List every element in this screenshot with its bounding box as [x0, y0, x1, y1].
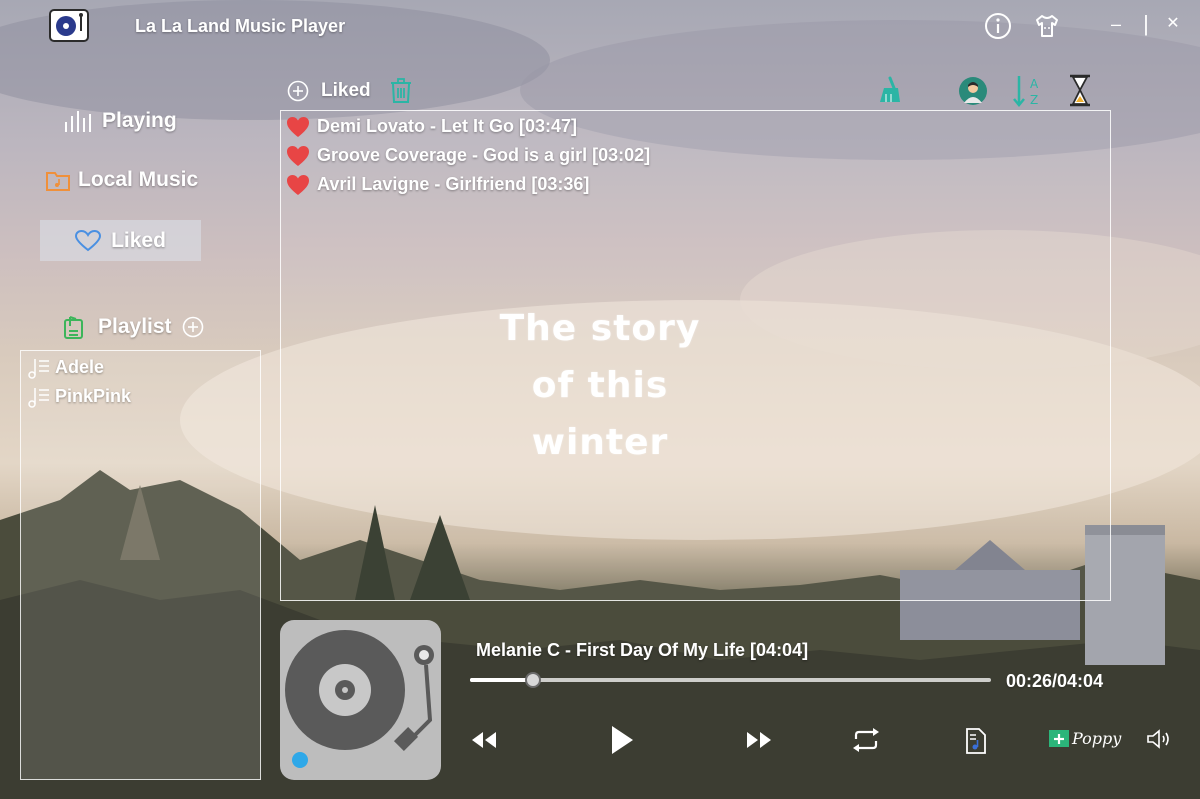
svg-text:A: A [1030, 77, 1039, 91]
add-icon[interactable] [287, 80, 309, 102]
maximize-button[interactable]: | [1131, 10, 1161, 38]
playlist-list: Adele PinkPink [20, 350, 261, 780]
music-list-icon [28, 358, 49, 379]
heart-outline-icon [75, 229, 102, 251]
playlist-item-pinkpink[interactable]: PinkPink [21, 382, 260, 411]
maximize-icon: | [1143, 11, 1149, 36]
heart-filled-icon[interactable] [286, 174, 310, 196]
heart-filled-icon[interactable] [286, 116, 310, 138]
song-label: Demi Lovato - Let It Go [03:47] [317, 116, 578, 136]
music-list-icon [28, 387, 49, 408]
volume-button[interactable] [1145, 726, 1173, 752]
progress-handle[interactable] [524, 672, 541, 688]
progress-fill [470, 678, 533, 682]
lyrics-button[interactable] [963, 726, 989, 756]
song-label: Avril Lavigne - Girlfriend [03:36] [317, 174, 590, 194]
add-playlist-icon[interactable] [182, 316, 204, 338]
rewind-icon [472, 732, 496, 748]
hourglass-icon[interactable] [1068, 74, 1092, 108]
mode-label: Poppy [1072, 728, 1122, 748]
playlist-header: Playlist [62, 307, 214, 347]
sidebar-item-playing[interactable]: Playing [64, 101, 177, 141]
trash-icon[interactable] [389, 78, 413, 104]
background-caption: The story of this winter [490, 300, 710, 471]
add-to-playlist-button[interactable]: Poppy [1048, 728, 1121, 748]
fast-forward-icon [747, 732, 771, 748]
repeat-button[interactable] [850, 725, 882, 755]
song-row[interactable]: Groove Coverage - God is a girl [03:02] [281, 141, 1110, 170]
equalizer-icon [65, 111, 91, 132]
progress-bar[interactable] [470, 672, 991, 688]
playlist-item-label: Adele [55, 357, 105, 377]
play-icon [612, 726, 633, 754]
svg-text:Z: Z [1030, 93, 1038, 107]
caption-line: winter [531, 422, 669, 463]
close-icon: ✕ [1166, 15, 1180, 32]
playlist-item-adele[interactable]: Adele [21, 353, 260, 382]
avatar-icon[interactable] [958, 76, 988, 106]
turntable-icon [285, 630, 434, 768]
next-button[interactable] [745, 727, 773, 753]
minimize-icon: – [1110, 14, 1121, 34]
minimize-button[interactable]: – [1101, 10, 1131, 38]
app-title: La La Land Music Player [135, 16, 346, 36]
sort-az-icon[interactable]: A Z [1013, 74, 1043, 108]
repeat-icon [853, 728, 879, 752]
heart-filled-icon[interactable] [286, 145, 310, 167]
app-logo [49, 9, 89, 42]
playlist-item-label: PinkPink [55, 386, 132, 406]
liked-title: Liked [321, 80, 371, 101]
folder-music-icon [46, 172, 70, 191]
sidebar-item-label: Local Music [78, 168, 199, 191]
time-display: 00:26/04:04 [1006, 671, 1104, 691]
song-row[interactable]: Demi Lovato - Let It Go [03:47] [281, 112, 1110, 141]
caption-line: The story [499, 308, 701, 349]
now-playing-title: Melanie C - First Day Of My Life [04:04] [476, 640, 809, 660]
shirt-icon[interactable] [1033, 12, 1061, 40]
playlist-label: Playlist [98, 315, 172, 338]
close-button[interactable]: ✕ [1158, 10, 1188, 38]
info-icon[interactable] [984, 12, 1012, 40]
previous-button[interactable] [470, 727, 498, 753]
sidebar-item-local-music[interactable]: Local Music [46, 160, 198, 200]
music-file-icon [966, 728, 986, 754]
playlist-icon [64, 316, 83, 339]
song-label: Groove Coverage - God is a girl [03:02] [317, 145, 651, 165]
play-button[interactable] [608, 724, 636, 756]
sidebar-item-liked[interactable]: Liked [40, 220, 201, 261]
liked-header: Liked [287, 78, 413, 104]
clear-icon[interactable] [876, 76, 904, 106]
speaker-icon [1147, 729, 1169, 749]
sidebar-item-label: Liked [111, 228, 166, 252]
sidebar-item-label: Playing [102, 109, 177, 132]
turntable-artwork [280, 620, 441, 780]
caption-line: of this [531, 365, 669, 406]
song-row[interactable]: Avril Lavigne - Girlfriend [03:36] [281, 170, 1110, 199]
add-folder-icon [1049, 730, 1069, 747]
